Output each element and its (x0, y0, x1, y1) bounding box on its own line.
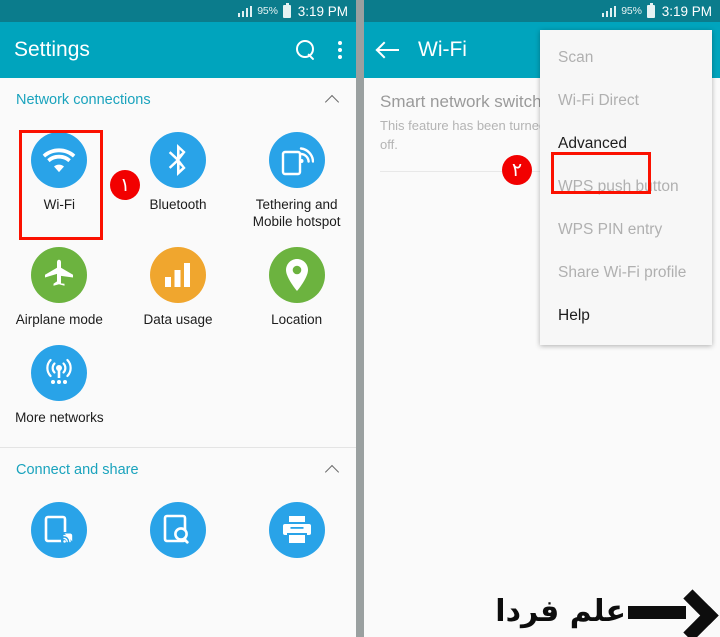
section-title: Network connections (16, 92, 151, 108)
settings-item-airplane-mode[interactable]: Airplane mode (0, 237, 119, 335)
settings-item-wifi[interactable]: Wi-Fi (0, 122, 119, 237)
chevron-up-icon[interactable] (326, 93, 340, 107)
menu-item-scan[interactable]: Scan (540, 36, 712, 79)
status-clock: 3:19 PM (661, 3, 712, 19)
menu-item-advanced[interactable]: Advanced (540, 122, 712, 165)
step-badge-1: ١ (110, 170, 140, 200)
settings-app-bar: Settings (0, 22, 356, 78)
menu-item-share-wifi-profile[interactable]: Share Wi-Fi profile (540, 251, 712, 294)
battery-percent-label: 95% (621, 5, 642, 17)
location-pin-icon (268, 246, 325, 303)
watermark-text: علم فردا (495, 594, 627, 629)
battery-percent-label: 95% (257, 5, 278, 17)
settings-item-tethering[interactable]: Tethering and Mobile hotspot (237, 122, 356, 237)
network-connections-grid: Wi-Fi Bluetooth Tethering and Mobile hot… (0, 118, 356, 443)
settings-item-nfc[interactable] (0, 492, 119, 573)
overflow-menu-icon[interactable] (338, 41, 342, 59)
signal-bars-icon (601, 5, 617, 17)
settings-item-label: Tethering and Mobile hotspot (252, 197, 341, 229)
battery-icon (282, 2, 291, 18)
wifi-icon (31, 132, 88, 188)
nearby-scan-icon (149, 501, 206, 558)
settings-item-more-networks[interactable]: More networks (0, 335, 119, 433)
menu-item-help[interactable]: Help (540, 294, 712, 337)
back-arrow-icon[interactable] (378, 41, 400, 59)
page-title: Settings (14, 38, 90, 61)
chevron-up-icon[interactable] (326, 463, 340, 477)
status-clock: 3:19 PM (297, 3, 348, 19)
printer-icon (268, 501, 325, 558)
settings-item-label: More networks (15, 409, 104, 425)
screenshot-root: 95% 3:19 PM Settings Network connections (0, 0, 720, 637)
more-networks-icon (31, 344, 88, 401)
connect-and-share-grid (0, 488, 356, 583)
menu-item-wifi-direct[interactable]: Wi-Fi Direct (540, 79, 712, 122)
step-badge-2: ٢ (502, 155, 532, 185)
settings-item-label: Airplane mode (15, 311, 103, 327)
data-usage-icon (149, 246, 206, 303)
status-bar-right: 95% 3:19 PM (364, 0, 720, 22)
right-arrow-icon (628, 595, 714, 629)
settings-item-label: Location (271, 311, 323, 327)
signal-bars-icon (237, 5, 253, 17)
section-header-network-connections[interactable]: Network connections (0, 78, 356, 118)
search-icon[interactable] (296, 40, 316, 60)
menu-item-wps-pin-entry[interactable]: WPS PIN entry (540, 208, 712, 251)
settings-item-label: Bluetooth (149, 197, 207, 212)
settings-item-label: Data usage (143, 311, 213, 327)
settings-item-label: Wi-Fi (43, 197, 76, 212)
menu-item-wps-push-button[interactable]: WPS push button (540, 165, 712, 208)
settings-item-printing[interactable] (237, 492, 356, 573)
wifi-overflow-menu: Scan Wi-Fi Direct Advanced WPS push butt… (540, 30, 712, 346)
status-bar-left: 95% 3:19 PM (0, 0, 356, 22)
settings-item-data-usage[interactable]: Data usage (119, 237, 238, 335)
settings-panel: 95% 3:19 PM Settings Network connections (0, 0, 356, 637)
nfc-icon (31, 501, 88, 558)
battery-icon (646, 2, 655, 18)
section-header-connect-and-share[interactable]: Connect and share (0, 448, 356, 488)
settings-item-location[interactable]: Location (237, 237, 356, 335)
tethering-icon (268, 132, 325, 188)
section-title: Connect and share (16, 461, 139, 478)
settings-item-nearby-scan[interactable] (119, 492, 238, 573)
airplane-icon (31, 246, 88, 303)
watermark: علم فردا (495, 595, 714, 629)
bluetooth-icon (149, 132, 206, 188)
